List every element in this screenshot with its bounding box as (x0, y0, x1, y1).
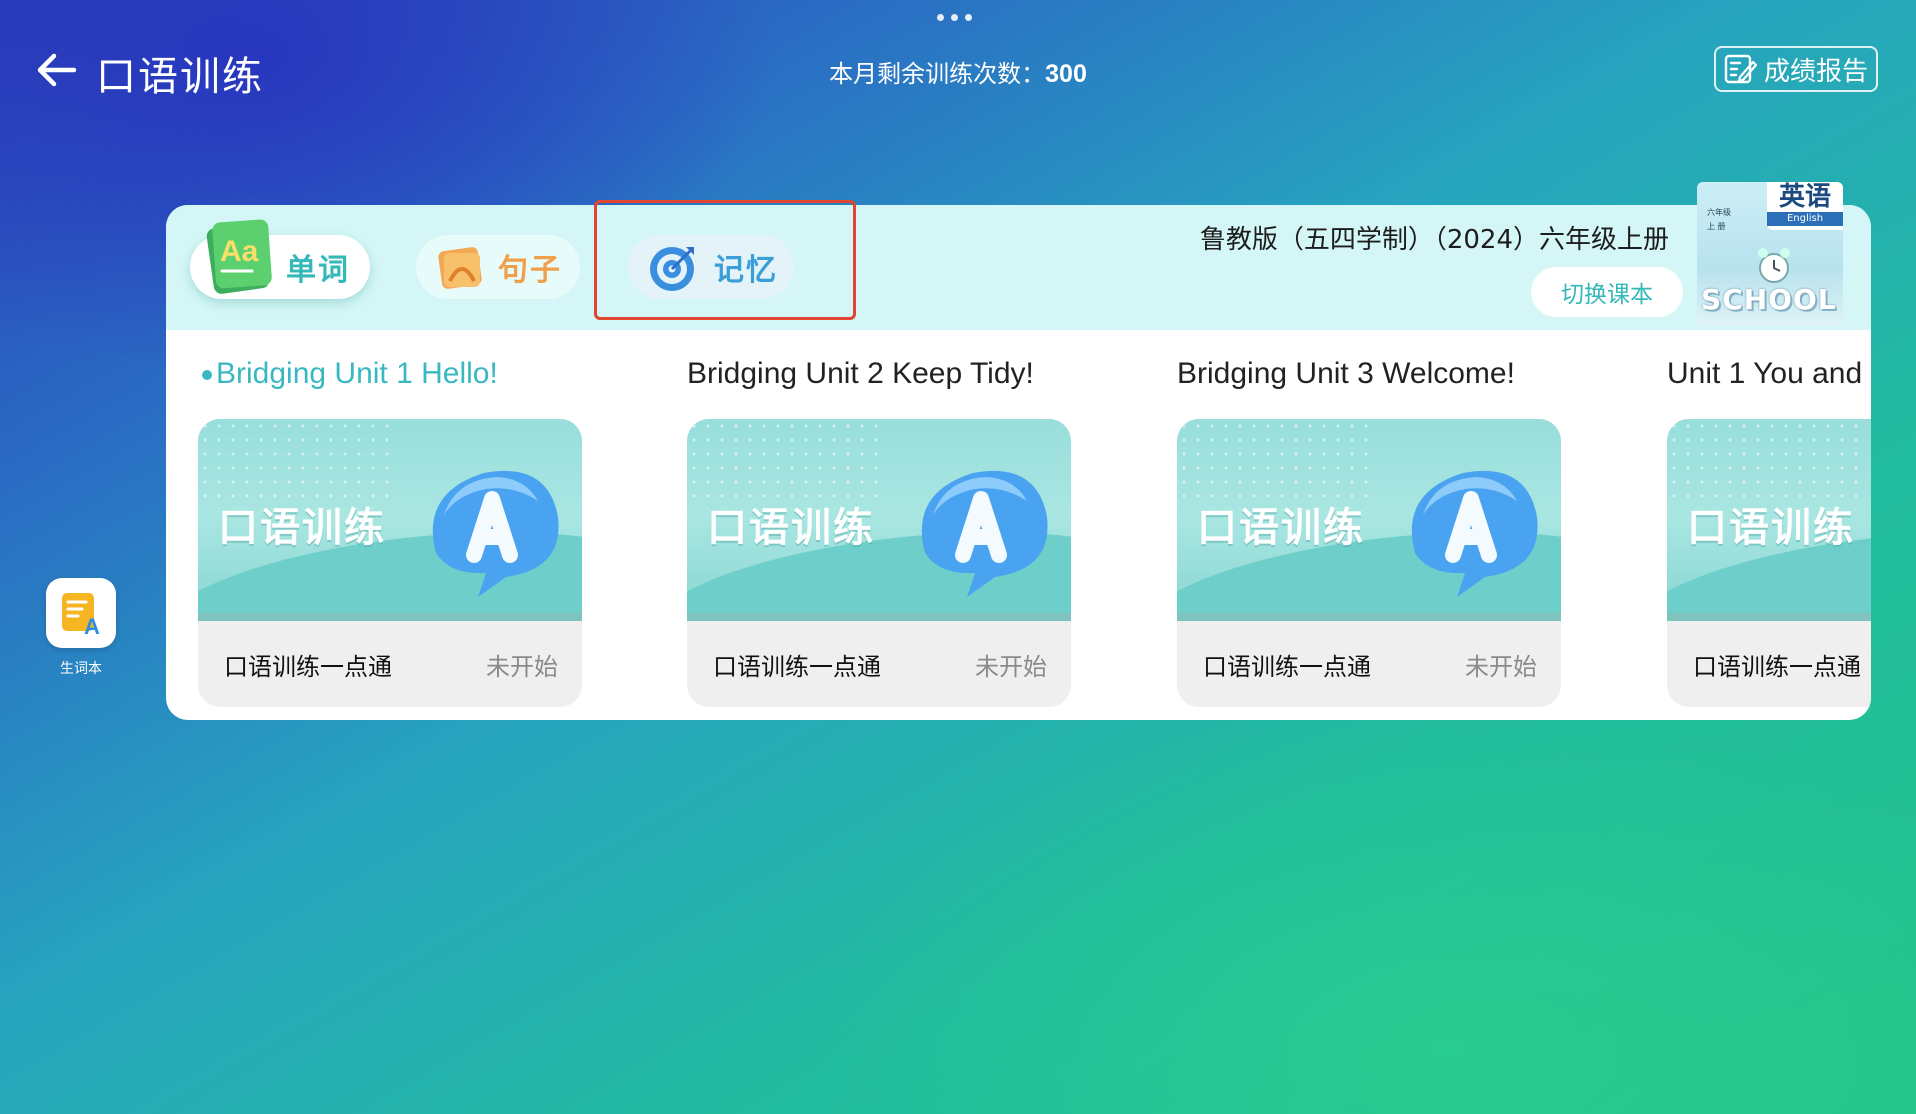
unit-title-2[interactable]: Bridging Unit 2 Keep Tidy! (687, 357, 1087, 391)
tab-memory[interactable]: 记忆 (628, 235, 794, 299)
card-cover-title: 口语训练 (1197, 505, 1365, 551)
card-cover: 口语训练 (1177, 419, 1561, 621)
report-edit-icon (1724, 54, 1758, 84)
tab-sentence[interactable]: 句子 (416, 235, 580, 299)
cover-grade: 六年级上 册 (1707, 208, 1731, 231)
more-menu-icon[interactable] (937, 14, 972, 21)
card-name: 口语训练一点通 (713, 652, 881, 681)
target-icon (650, 247, 694, 291)
unit-title-3[interactable]: Bridging Unit 3 Welcome! (1177, 357, 1577, 391)
unit-card[interactable]: 口语训练 口语训练一点通 未开始 (687, 419, 1071, 707)
unit-card[interactable]: 口语训练 口语训练一点通 (1667, 419, 1871, 707)
card-footer: 口语训练一点通 未开始 (687, 621, 1071, 707)
score-report-button[interactable]: 成绩报告 (1714, 46, 1878, 92)
word-aa-icon: Aa (206, 219, 272, 294)
remaining-label: 本月剩余训练次数： (829, 60, 1046, 88)
svg-text:Aa: Aa (220, 235, 259, 268)
card-cover-title: 口语训练 (218, 505, 386, 551)
svg-text:A: A (84, 614, 100, 638)
unit-title-1-text: Bridging Unit 1 Hello! (216, 357, 498, 390)
tab-word[interactable]: Aa 单词 (190, 219, 370, 299)
speech-bubble-a-icon (921, 470, 1048, 597)
card-footer: 口语训练一点通 (1667, 621, 1871, 707)
cover-subject-en: English (1767, 212, 1843, 226)
tab-sentence-label: 句子 (498, 253, 562, 288)
card-status: 未开始 (486, 652, 558, 681)
vocabulary-book-button[interactable]: A 生词本 (46, 578, 116, 678)
card-name: 口语训练一点通 (224, 652, 392, 681)
cover-subject: 英语 (1778, 182, 1831, 212)
unit-title-4[interactable]: Unit 1 You and (1667, 357, 1871, 391)
speech-bubble-a-icon (432, 470, 559, 597)
textbook-cover[interactable]: 六年级上 册 英语 English SCHOOL (1697, 182, 1843, 326)
remaining-count-text: 本月剩余训练次数：300 (0, 54, 1916, 89)
unit-card[interactable]: 口语训练 口语训练一点通 未开始 (1177, 419, 1561, 707)
switch-textbook-button[interactable]: 切换课本 (1531, 267, 1683, 317)
active-dot (202, 370, 212, 381)
unit-card[interactable]: 口语训练 口语训练一点通 未开始 (198, 419, 582, 707)
course-panel: Aa 单词 句子 记忆 鲁教版（五四学制）（2024）六年级上册 切换课本 Br… (166, 205, 1871, 720)
alarm-clock-icon (1758, 248, 1790, 283)
card-status: 未开始 (1465, 652, 1537, 681)
sentence-book-icon (438, 247, 482, 289)
cover-subject-tag: 英语 English (1767, 182, 1843, 230)
tab-memory-label: 记忆 (714, 253, 778, 288)
card-status: 未开始 (975, 652, 1047, 681)
cover-school-text: SCHOOL (1701, 283, 1837, 316)
remaining-count: 300 (1045, 60, 1087, 88)
score-report-label: 成绩报告 (1763, 56, 1868, 87)
card-footer: 口语训练一点通 未开始 (198, 621, 582, 707)
card-cover-title: 口语训练 (1687, 505, 1855, 551)
card-cover-title: 口语训练 (707, 505, 875, 551)
card-name: 口语训练一点通 (1693, 652, 1861, 681)
card-name: 口语训练一点通 (1203, 652, 1371, 681)
speech-bubble-a-icon (1411, 470, 1538, 597)
unit-title-1[interactable]: Bridging Unit 1 Hello! (202, 357, 602, 391)
vocabulary-book-icon: A (46, 578, 116, 648)
vocabulary-book-label: 生词本 (60, 661, 102, 677)
textbook-title: 鲁教版（五四学制）（2024）六年级上册 (1199, 225, 1669, 255)
card-footer: 口语训练一点通 未开始 (1177, 621, 1561, 707)
card-cover: 口语训练 (687, 419, 1071, 621)
card-cover: 口语训练 (198, 419, 582, 621)
tab-word-label: 单词 (286, 253, 350, 288)
card-cover: 口语训练 (1667, 419, 1871, 621)
